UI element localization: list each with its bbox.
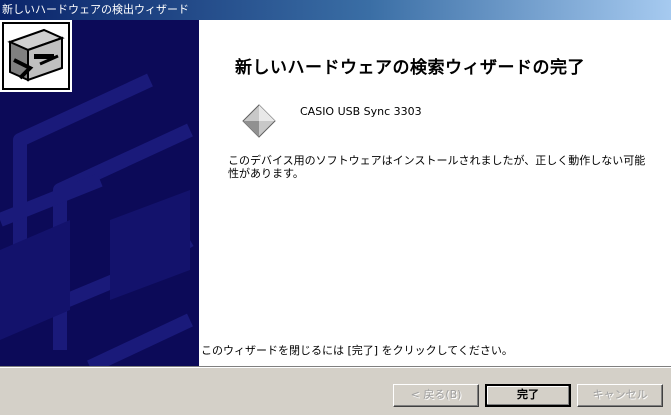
button-bar: < 戻る(B) 完了 キャンセル <box>0 368 671 415</box>
wizard-window: 新しいハードウェアの検出ウィザード 新しいハードウェアの検索ウィザードの完了 C… <box>0 0 671 415</box>
title-bar[interactable]: 新しいハードウェアの検出ウィザード <box>0 0 671 20</box>
finish-button[interactable]: 完了 <box>485 384 571 407</box>
page-title: 新しいハードウェアの検索ウィザードの完了 <box>235 58 585 78</box>
device-name: CASIO USB Sync 3303 <box>300 105 422 118</box>
finish-instruction: このウィザードを閉じるには [完了] をクリックしてください。 <box>201 344 513 357</box>
window-title: 新しいハードウェアの検出ウィザード <box>2 3 189 16</box>
warning-message: このデバイス用のソフトウェアはインストールされましたが、正しく動作しない可能性が… <box>228 154 646 180</box>
device-diamond-icon <box>242 104 276 138</box>
hardware-wizard-icon <box>0 20 72 92</box>
back-button[interactable]: < 戻る(B) <box>393 384 479 407</box>
cancel-button[interactable]: キャンセル <box>577 384 663 407</box>
wizard-sidebar <box>0 20 199 367</box>
wizard-content: 新しいハードウェアの検索ウィザードの完了 CASIO USB Sync 3303… <box>199 20 671 367</box>
